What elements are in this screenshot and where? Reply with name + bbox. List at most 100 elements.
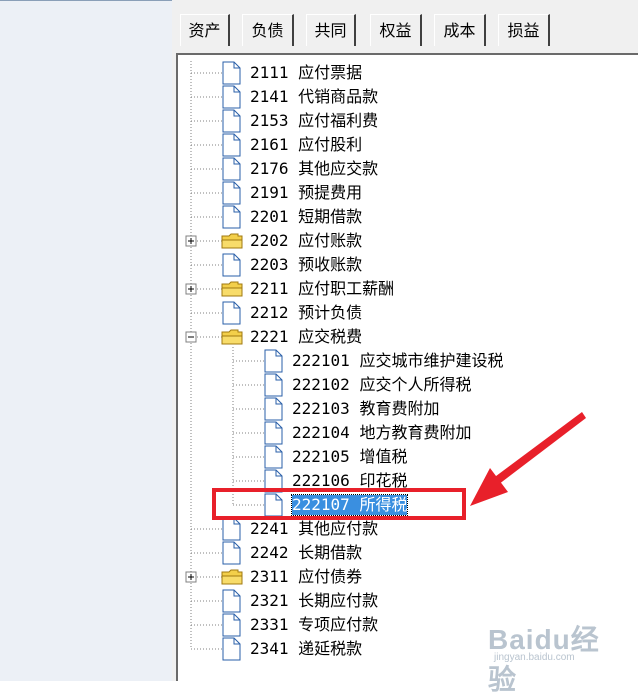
document-icon (222, 541, 241, 565)
tree-item-2111[interactable]: 2111 应付票据 (250, 63, 362, 83)
account-name: 长期应付款 (298, 591, 379, 610)
account-name: 地方教育费附加 (359, 423, 472, 442)
document-icon (222, 589, 241, 613)
document-icon (222, 613, 241, 637)
account-name: 预提费用 (298, 183, 363, 202)
document-icon (222, 109, 241, 133)
account-name: 应付股利 (298, 135, 363, 154)
tree-item-2341[interactable]: 2341 递延税款 (250, 639, 362, 659)
account-name: 应交城市维护建设税 (359, 351, 504, 370)
document-icon (222, 205, 241, 229)
document-icon (222, 61, 241, 85)
account-code: 222107 (292, 495, 350, 514)
account-code: 2153 (250, 111, 289, 130)
tree-item-2212[interactable]: 2212 预计负债 (250, 303, 362, 323)
account-code: 222104 (292, 423, 350, 442)
tree-item-222104[interactable]: 222104 地方教育费附加 (292, 423, 471, 443)
account-code: 2241 (250, 519, 289, 538)
account-code: 2212 (250, 303, 289, 322)
tree-item-222103[interactable]: 222103 教育费附加 (292, 399, 439, 419)
account-code: 2321 (250, 591, 289, 610)
document-icon (264, 421, 283, 445)
tree-item-2203[interactable]: 2203 预收账款 (250, 255, 362, 275)
tree-item-2176[interactable]: 2176 其他应交款 (250, 159, 378, 179)
tree-item-2311[interactable]: 2311 应付债券 (250, 567, 362, 587)
account-name: 应交个人所得税 (359, 375, 472, 394)
account-code: 2221 (250, 327, 289, 346)
tree-item-2321[interactable]: 2321 长期应付款 (250, 591, 378, 611)
tree-item-222101[interactable]: 222101 应交城市维护建设税 (292, 351, 503, 371)
document-icon (264, 469, 283, 493)
document-icon (222, 253, 241, 277)
document-icon (264, 397, 283, 421)
account-code: 2341 (250, 639, 289, 658)
account-name: 所得税 (359, 495, 408, 514)
account-code: 222106 (292, 471, 350, 490)
tree-item-2242[interactable]: 2242 长期借款 (250, 543, 362, 563)
document-icon (264, 493, 283, 517)
account-name: 代销商品款 (298, 87, 379, 106)
tree-item-2141[interactable]: 2141 代销商品款 (250, 87, 378, 107)
account-name: 预收账款 (298, 255, 363, 274)
tab-2[interactable]: 负债 (242, 14, 294, 46)
account-name: 应付债券 (298, 567, 363, 586)
folder-icon (221, 569, 243, 585)
account-name: 应付票据 (298, 63, 363, 82)
account-code: 2141 (250, 87, 289, 106)
account-code: 2161 (250, 135, 289, 154)
account-name: 增值税 (359, 447, 408, 466)
folder-icon (221, 233, 243, 249)
left-panel (0, 0, 172, 681)
tab-6[interactable]: 损益 (498, 14, 550, 46)
account-name: 应交税费 (298, 327, 363, 346)
account-code: 2202 (250, 231, 289, 250)
account-name: 专项应付款 (298, 615, 379, 634)
document-icon (222, 85, 241, 109)
account-code: 2331 (250, 615, 289, 634)
tab-4[interactable]: 权益 (370, 14, 422, 46)
tree-item-222107[interactable]: 222107 所得税 (290, 494, 409, 516)
document-icon (264, 349, 283, 373)
tree-item-2241[interactable]: 2241 其他应付款 (250, 519, 378, 539)
tree-item-2211[interactable]: 2211 应付职工薪酬 (250, 279, 394, 299)
account-code: 2203 (250, 255, 289, 274)
account-code: 222102 (292, 375, 350, 394)
account-name: 教育费附加 (359, 399, 440, 418)
account-tree[interactable]: 2111 应付票据 2141 代销商品款 2153 应付福利费 2161 应付股利 21… (176, 53, 638, 681)
account-code: 2201 (250, 207, 289, 226)
tree-item-222105[interactable]: 222105 增值税 (292, 447, 407, 467)
tree-item-2331[interactable]: 2331 专项应付款 (250, 615, 378, 635)
document-icon (222, 133, 241, 157)
account-name: 其他应交款 (298, 159, 379, 178)
tab-1[interactable]: 资产 (180, 14, 230, 46)
account-name: 应付账款 (298, 231, 363, 250)
document-icon (222, 517, 241, 541)
account-name: 其他应付款 (298, 519, 379, 538)
tree-item-222106[interactable]: 222106 印花税 (292, 471, 407, 491)
tree-item-2161[interactable]: 2161 应付股利 (250, 135, 362, 155)
account-name: 预计负债 (298, 303, 363, 322)
account-name: 递延税款 (298, 639, 363, 658)
tree-item-2191[interactable]: 2191 预提费用 (250, 183, 362, 203)
tree-item-2201[interactable]: 2201 短期借款 (250, 207, 362, 227)
tree-item-2221[interactable]: 2221 应交税费 (250, 327, 362, 347)
tree-item-2202[interactable]: 2202 应付账款 (250, 231, 362, 251)
document-icon (264, 445, 283, 469)
account-code: 2191 (250, 183, 289, 202)
account-code: 2242 (250, 543, 289, 562)
account-name: 短期借款 (298, 207, 363, 226)
folder-icon (221, 281, 243, 297)
account-code: 2311 (250, 567, 289, 586)
tree-item-2153[interactable]: 2153 应付福利费 (250, 111, 378, 131)
tab-5[interactable]: 成本 (434, 14, 486, 46)
account-code: 2211 (250, 279, 289, 298)
folder-icon (221, 329, 243, 345)
account-code: 2111 (250, 63, 289, 82)
account-name: 应付职工薪酬 (298, 279, 395, 298)
tab-3[interactable]: 共同 (306, 14, 356, 46)
document-icon (222, 157, 241, 181)
document-icon (222, 301, 241, 325)
tree-item-222102[interactable]: 222102 应交个人所得税 (292, 375, 471, 395)
account-code: 2176 (250, 159, 289, 178)
account-code: 222105 (292, 447, 350, 466)
